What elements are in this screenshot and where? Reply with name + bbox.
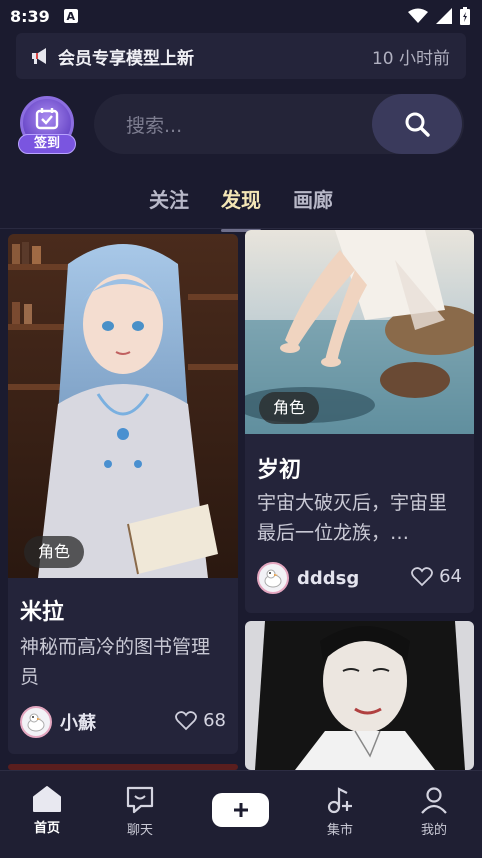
like-count-value: 64 — [439, 566, 462, 587]
chat-icon — [126, 786, 154, 814]
avatar — [20, 706, 52, 738]
nav-home[interactable]: 首页 — [12, 785, 82, 836]
search-input[interactable]: 搜索... — [126, 111, 182, 138]
status-time: 8:39 — [10, 6, 50, 26]
app-notification-icon: A — [63, 9, 78, 23]
bottom-navigation: 首页 聊天 集市 我的 — [0, 770, 482, 858]
author-name: 小蘇 — [60, 713, 96, 734]
character-image — [245, 621, 474, 770]
card-title: 米拉 — [20, 600, 65, 625]
character-card[interactable]: 角色 米拉 神秘而高冷的图书管理员 小蘇 68 — [8, 234, 238, 754]
create-button[interactable] — [212, 793, 269, 827]
checkin-button[interactable]: 签到 — [18, 96, 76, 156]
card-author[interactable]: 小蘇 — [20, 706, 96, 738]
like-count-value: 68 — [203, 710, 226, 731]
battery-icon — [460, 7, 470, 25]
card-description: 宇宙大破灭后，宇宙里最后一位龙族，… — [257, 492, 448, 544]
author-name: dddsg — [297, 567, 360, 589]
nav-profile-label: 我的 — [420, 823, 447, 838]
announcement-banner[interactable]: 会员专享模型上新 10 小时前 — [16, 33, 466, 79]
status-bar: 8:39 A — [0, 0, 482, 32]
character-card[interactable]: 角色 岁初 宇宙大破灭后，宇宙里最后一位龙族，… dddsg 64 — [245, 230, 474, 613]
signal-icon — [436, 8, 452, 24]
duck-avatar-icon — [27, 713, 45, 732]
search-button[interactable] — [372, 94, 462, 154]
card-badge: 角色 — [24, 536, 85, 568]
heart-icon — [411, 566, 433, 586]
tab-gallery[interactable]: 画廊 — [293, 180, 333, 224]
nav-market-label: 集市 — [326, 823, 353, 838]
duck-avatar-icon — [264, 569, 282, 588]
plus-icon — [233, 803, 248, 817]
character-card[interactable] — [245, 621, 474, 770]
nav-chat[interactable]: 聊天 — [105, 785, 175, 838]
announcement-text: 会员专享模型上新 — [58, 48, 194, 69]
profile-icon — [421, 787, 447, 814]
tab-discover[interactable]: 发现 — [221, 180, 261, 232]
nav-chat-label: 聊天 — [126, 823, 153, 838]
like-count[interactable]: 64 — [411, 566, 462, 587]
checkin-label: 签到 — [18, 134, 76, 154]
card-description: 神秘而高冷的图书管理员 — [20, 636, 211, 688]
tabs-divider — [0, 228, 482, 229]
card-title: 岁初 — [257, 458, 302, 483]
calendar-check-icon — [35, 108, 59, 130]
nav-profile[interactable]: 我的 — [399, 785, 469, 838]
tab-follow[interactable]: 关注 — [149, 180, 189, 224]
avatar — [257, 562, 289, 594]
heart-icon — [175, 710, 197, 730]
character-image — [8, 234, 238, 578]
nav-market[interactable]: 集市 — [305, 785, 375, 838]
feed-tabs: 关注 发现 画廊 — [0, 180, 482, 232]
nav-home-label: 首页 — [33, 821, 60, 836]
search-bar: 搜索... — [94, 94, 464, 154]
like-count[interactable]: 68 — [175, 710, 226, 731]
wifi-icon — [408, 8, 428, 23]
search-icon — [405, 112, 430, 137]
announcement-time: 10 小时前 — [371, 48, 450, 69]
home-icon — [33, 786, 61, 812]
tab-discover-label: 发现 — [221, 188, 261, 212]
music-market-icon — [327, 787, 352, 814]
megaphone-icon — [32, 48, 46, 64]
card-author[interactable]: dddsg — [257, 562, 359, 594]
card-badge: 角色 — [259, 392, 320, 424]
